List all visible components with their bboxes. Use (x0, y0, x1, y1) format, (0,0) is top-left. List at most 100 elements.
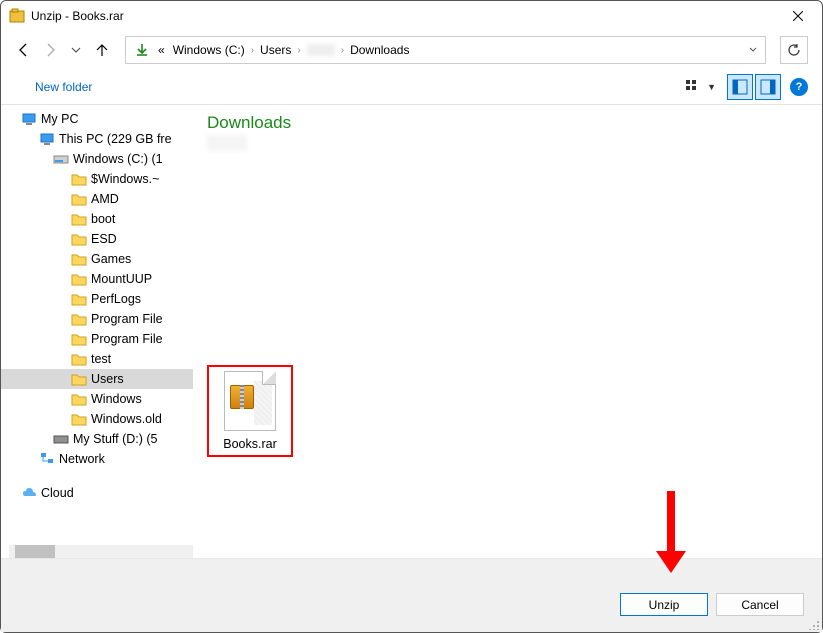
tree-label: This PC (229 GB fre (59, 132, 172, 146)
tree-folder[interactable]: Windows.old (1, 409, 193, 429)
file-item-books-rar[interactable]: Books.rar (207, 365, 293, 457)
folder-icon (71, 231, 87, 247)
arrow-up-icon (94, 42, 110, 58)
tree-folder-users[interactable]: Users (1, 369, 193, 389)
tree-folder[interactable]: boot (1, 209, 193, 229)
tree-cloud[interactable]: Cloud (1, 483, 193, 503)
close-icon (793, 11, 803, 21)
tree-folder[interactable]: test (1, 349, 193, 369)
cancel-button[interactable]: Cancel (716, 593, 804, 616)
tree-drive-d[interactable]: My Stuff (D:) (5 (1, 429, 193, 449)
location-subheader (207, 135, 247, 151)
folder-icon (71, 351, 87, 367)
tree-label: Windows (91, 392, 142, 406)
tree-label: Windows.old (91, 412, 162, 426)
tree-label: Cloud (41, 486, 74, 500)
window-title: Unzip - Books.rar (31, 9, 776, 23)
tree-label: Users (91, 372, 124, 386)
body: My PC This PC (229 GB fre Windows (C:) (… (1, 105, 822, 559)
folder-icon (71, 311, 87, 327)
tree-my-pc[interactable]: My PC (1, 109, 193, 129)
navigation-tree[interactable]: My PC This PC (229 GB fre Windows (C:) (… (1, 105, 193, 559)
tree-label: My PC (41, 112, 79, 126)
tree-label: ESD (91, 232, 117, 246)
tree-folder[interactable]: $Windows.~ (1, 169, 193, 189)
close-button[interactable] (776, 2, 820, 30)
path-segment-label: Downloads (350, 43, 409, 57)
arrow-right-icon (42, 42, 58, 58)
tree-label: Network (59, 452, 105, 466)
forward-button[interactable] (41, 41, 59, 59)
tree-label: Games (91, 252, 131, 266)
monitor-icon (39, 131, 55, 147)
tree-folder[interactable]: Games (1, 249, 193, 269)
tree-this-pc[interactable]: This PC (229 GB fre (1, 129, 193, 149)
pc-icon (21, 111, 37, 127)
unzip-button[interactable]: Unzip (620, 593, 708, 616)
folder-icon (71, 371, 87, 387)
tree-label: Program File (91, 312, 163, 326)
tree-label: $Windows.~ (91, 172, 159, 186)
preview-pane-button[interactable] (727, 74, 753, 100)
path-segment[interactable] (303, 37, 339, 63)
address-dropdown[interactable] (749, 46, 757, 54)
file-list-pane[interactable]: Downloads Books.rar (193, 105, 822, 559)
path-segment-label: Windows (C:) (173, 43, 245, 57)
preview-pane-icon (732, 79, 748, 95)
path-segment[interactable]: Downloads (346, 37, 413, 63)
arrow-left-icon (16, 42, 32, 58)
file-name-label: Books.rar (223, 437, 277, 451)
folder-icon (71, 191, 87, 207)
toolbar: New folder ▼ ? (1, 69, 822, 105)
chevron-right-icon[interactable]: › (249, 45, 256, 56)
folder-icon (71, 211, 87, 227)
view-options-button[interactable] (680, 74, 706, 100)
tree-folder[interactable]: Program File (1, 309, 193, 329)
tree-folder[interactable]: ESD (1, 229, 193, 249)
path-segment[interactable]: Users (256, 37, 295, 63)
up-button[interactable] (93, 41, 111, 59)
download-indicator-icon (134, 42, 150, 58)
path-segment-label: Users (260, 43, 291, 57)
view-dropdown[interactable]: ▼ (707, 82, 716, 92)
rar-file-icon (224, 371, 276, 431)
refresh-icon (787, 43, 801, 57)
tree-label: PerfLogs (91, 292, 141, 306)
details-pane-button[interactable] (755, 74, 781, 100)
tree-scrollbar[interactable] (9, 545, 193, 559)
new-folder-button[interactable]: New folder (27, 74, 100, 100)
scrollbar-thumb[interactable] (15, 545, 55, 559)
navigation-bar: « Windows (C:) › Users › › Downloads (1, 31, 822, 69)
chevron-right-icon[interactable]: › (295, 45, 302, 56)
tree-label: boot (91, 212, 115, 226)
drive-icon (53, 431, 69, 447)
resize-grip-icon[interactable] (808, 618, 820, 630)
folder-icon (71, 171, 87, 187)
tree-label: MountUUP (91, 272, 152, 286)
help-button[interactable]: ? (790, 78, 808, 96)
folder-icon (71, 391, 87, 407)
refresh-button[interactable] (780, 36, 808, 64)
tree-label: test (91, 352, 111, 366)
tree-folder[interactable]: Program File (1, 329, 193, 349)
folder-icon (71, 411, 87, 427)
folder-icon (71, 291, 87, 307)
folder-icon (71, 271, 87, 287)
path-segment[interactable]: Windows (C:) (169, 37, 249, 63)
tree-folder[interactable]: Windows (1, 389, 193, 409)
tree-network[interactable]: Network (1, 449, 193, 469)
details-pane-icon (760, 79, 776, 95)
tree-drive-c[interactable]: Windows (C:) (1 (1, 149, 193, 169)
address-bar[interactable]: « Windows (C:) › Users › › Downloads (125, 36, 766, 64)
chevron-down-icon (749, 46, 757, 54)
tree-folder[interactable]: PerfLogs (1, 289, 193, 309)
back-button[interactable] (15, 41, 33, 59)
recent-button[interactable] (67, 41, 85, 59)
tree-folder[interactable]: AMD (1, 189, 193, 209)
chevron-right-icon[interactable]: › (339, 45, 346, 56)
path-segment-label (307, 44, 335, 56)
path-prefix[interactable]: « (154, 37, 169, 63)
tree-folder[interactable]: MountUUP (1, 269, 193, 289)
grid-icon (685, 79, 701, 95)
location-header: Downloads (207, 113, 808, 133)
